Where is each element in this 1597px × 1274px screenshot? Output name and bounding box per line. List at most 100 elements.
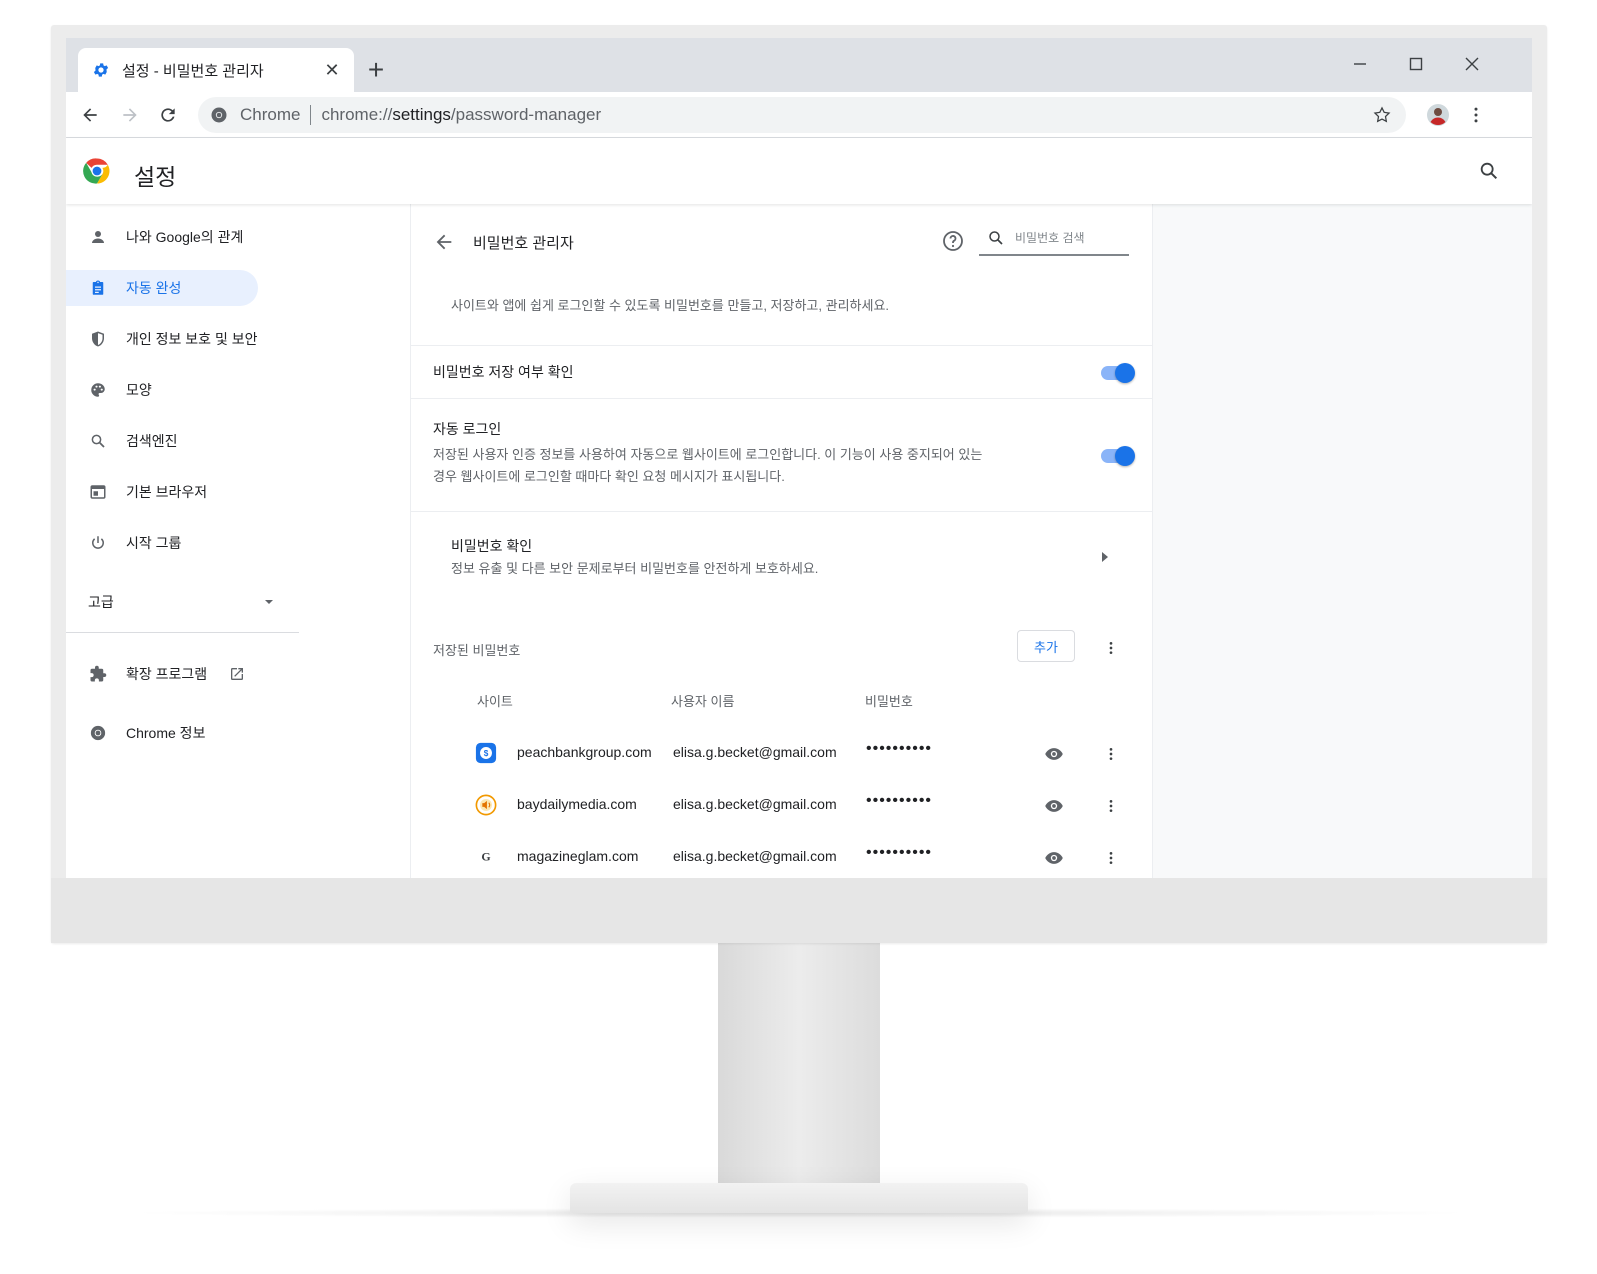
- offer-save-label: 비밀번호 저장 여부 확인: [433, 364, 574, 380]
- divider: [411, 398, 1152, 399]
- chrome-logo-icon: [83, 158, 110, 184]
- profile-avatar[interactable]: [1424, 101, 1452, 129]
- caret-down-icon: [265, 600, 273, 604]
- power-icon: [88, 533, 108, 553]
- clipboard-icon: [88, 278, 108, 298]
- row-site[interactable]: peachbankgroup.com: [517, 744, 652, 760]
- help-icon[interactable]: [941, 229, 965, 253]
- open-in-new-icon: [231, 668, 244, 680]
- search-icon: [989, 231, 1003, 245]
- row-site[interactable]: magazineglam.com: [517, 848, 638, 864]
- svg-text:$: $: [484, 749, 489, 758]
- minimize-button[interactable]: [1342, 52, 1378, 76]
- row-site[interactable]: baydailymedia.com: [517, 796, 637, 812]
- divider: [411, 345, 1152, 346]
- close-window-button[interactable]: [1454, 52, 1490, 76]
- auto-signin-label: 자동 로그인: [433, 421, 502, 437]
- back-arrow-icon[interactable]: [433, 231, 455, 253]
- omnibox-url: chrome://settings/password-manager: [321, 105, 602, 124]
- saved-passwords-label: 저장된 비밀번호: [433, 643, 521, 658]
- sidebar-item-privacy[interactable]: 개인 정보 보호 및 보안: [66, 321, 258, 357]
- sidebar-item-label: 확장 프로그램: [126, 666, 208, 682]
- sidebar-item-about-chrome[interactable]: Chrome 정보: [66, 715, 258, 751]
- arrow-left-icon: [83, 108, 97, 122]
- table-row: G magazineglam.com elisa.g.becket@gmail.…: [411, 836, 1152, 878]
- puzzle-icon: [88, 664, 108, 684]
- row-more-button[interactable]: [1101, 744, 1121, 764]
- browser-menu-button[interactable]: [1462, 101, 1490, 129]
- more-vert-icon: [1109, 748, 1113, 760]
- sidebar: 나와 Google의 관계 자동 완성 개인 정보 보호 및 보안 모양 검색엔…: [66, 204, 411, 878]
- peach-bank-site-icon: $: [475, 742, 497, 764]
- table-row: $ peachbankgroup.com elisa.g.becket@gmai…: [411, 732, 1152, 784]
- auto-signin-description-line2: 경우 웹사이트에 로그인할 때마다 확인 요청 메시지가 표시됩니다.: [433, 469, 785, 484]
- magazine-glam-site-icon: G: [481, 850, 490, 864]
- offer-save-toggle[interactable]: [1101, 363, 1135, 383]
- advanced-label: 고급: [88, 594, 114, 610]
- chrome-outline-icon: [88, 723, 108, 743]
- sidebar-item-label: Chrome 정보: [126, 725, 206, 741]
- settings-header: 설정: [66, 138, 1532, 204]
- section-description: 사이트와 앱에 쉽게 로그인할 수 있도록 비밀번호를 만들고, 저장하고, 관…: [451, 298, 890, 313]
- sidebar-item-autofill[interactable]: 자동 완성: [66, 270, 258, 306]
- forward-button[interactable]: [116, 101, 144, 129]
- sidebar-advanced-toggle[interactable]: 고급: [88, 592, 274, 612]
- toolbar: Chrome chrome://settings/password-manage…: [66, 92, 1532, 138]
- row-password: ••••••••••: [866, 740, 933, 757]
- search-settings-icon[interactable]: [1478, 160, 1500, 182]
- sidebar-item-label: 시작 그룹: [126, 535, 182, 551]
- row-more-button[interactable]: [1101, 848, 1121, 868]
- column-header-username: 사용자 이름: [671, 694, 735, 709]
- row-username: elisa.g.becket@gmail.com: [673, 848, 837, 864]
- sidebar-item-search-engine[interactable]: 검색엔진: [66, 423, 258, 459]
- section-title: 비밀번호 관리자: [473, 235, 574, 252]
- row-more-button[interactable]: [1101, 796, 1121, 816]
- browser-window: 설정 - 비밀번호 관리자 ✕ + Chrome chrome://settin…: [66, 38, 1532, 878]
- add-password-button[interactable]: 추가: [1017, 630, 1075, 662]
- more-vert-icon: [1474, 107, 1478, 123]
- sidebar-item-label: 나와 Google의 관계: [126, 229, 244, 245]
- arrow-right-icon: [123, 108, 137, 122]
- sidebar-item-label: 자동 완성: [126, 280, 182, 296]
- password-search[interactable]: [979, 222, 1129, 256]
- bay-daily-media-site-icon: [475, 794, 497, 816]
- maximize-button[interactable]: [1398, 52, 1434, 76]
- search-icon: [88, 431, 108, 451]
- eye-icon[interactable]: [1044, 744, 1064, 764]
- saved-passwords-menu-button[interactable]: [1101, 638, 1121, 658]
- toggle-knob: [1115, 446, 1135, 466]
- new-tab-button[interactable]: +: [362, 54, 390, 85]
- chevron-right-icon[interactable]: [1099, 550, 1111, 564]
- monitor-neck: [718, 943, 880, 1185]
- sidebar-item-on-startup[interactable]: 시작 그룹: [66, 525, 258, 561]
- tab-settings[interactable]: 설정 - 비밀번호 관리자 ✕: [78, 48, 354, 92]
- svg-text:G: G: [481, 850, 490, 864]
- sidebar-item-you-and-google[interactable]: 나와 Google의 관계: [66, 219, 258, 255]
- reload-button[interactable]: [154, 101, 182, 129]
- chrome-site-icon: [211, 107, 227, 123]
- address-bar[interactable]: Chrome chrome://settings/password-manage…: [198, 97, 1406, 133]
- auto-signin-toggle[interactable]: [1101, 446, 1135, 466]
- more-vert-icon: [1109, 852, 1113, 864]
- check-passwords-label[interactable]: 비밀번호 확인: [451, 536, 532, 556]
- tab-title: 설정 - 비밀번호 관리자: [122, 62, 264, 80]
- shield-icon: [88, 329, 108, 349]
- bookmark-star-icon[interactable]: [1372, 105, 1392, 125]
- sidebar-item-appearance[interactable]: 모양: [66, 372, 258, 408]
- eye-icon[interactable]: [1044, 796, 1064, 816]
- toggle-knob: [1115, 363, 1135, 383]
- tab-close-button[interactable]: ✕: [322, 60, 342, 80]
- monitor-base: [570, 1183, 1028, 1213]
- avatar-icon: [1427, 104, 1449, 126]
- column-header-password: 비밀번호: [865, 694, 913, 709]
- eye-icon[interactable]: [1044, 848, 1064, 868]
- palette-icon: [88, 380, 108, 400]
- tab-strip: 설정 - 비밀번호 관리자 ✕ +: [66, 38, 1532, 92]
- password-search-input[interactable]: [1015, 231, 1115, 245]
- back-button[interactable]: [76, 101, 104, 129]
- sidebar-item-label: 기본 브라우저: [126, 484, 208, 500]
- sidebar-item-default-browser[interactable]: 기본 브라우저: [66, 474, 258, 510]
- row-username: elisa.g.becket@gmail.com: [673, 796, 837, 812]
- browser-window-icon: [88, 482, 108, 502]
- sidebar-item-extensions[interactable]: 확장 프로그램: [66, 656, 266, 692]
